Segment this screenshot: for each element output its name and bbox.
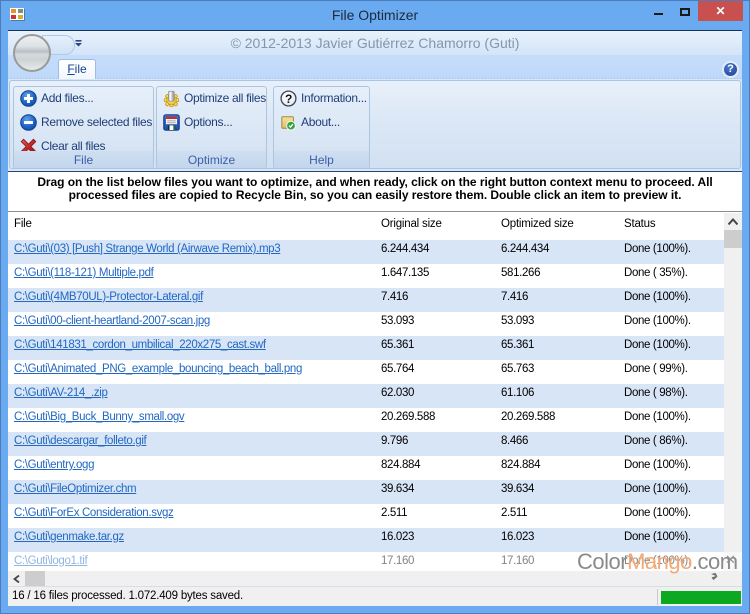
svg-text:?: ? — [285, 92, 292, 106]
